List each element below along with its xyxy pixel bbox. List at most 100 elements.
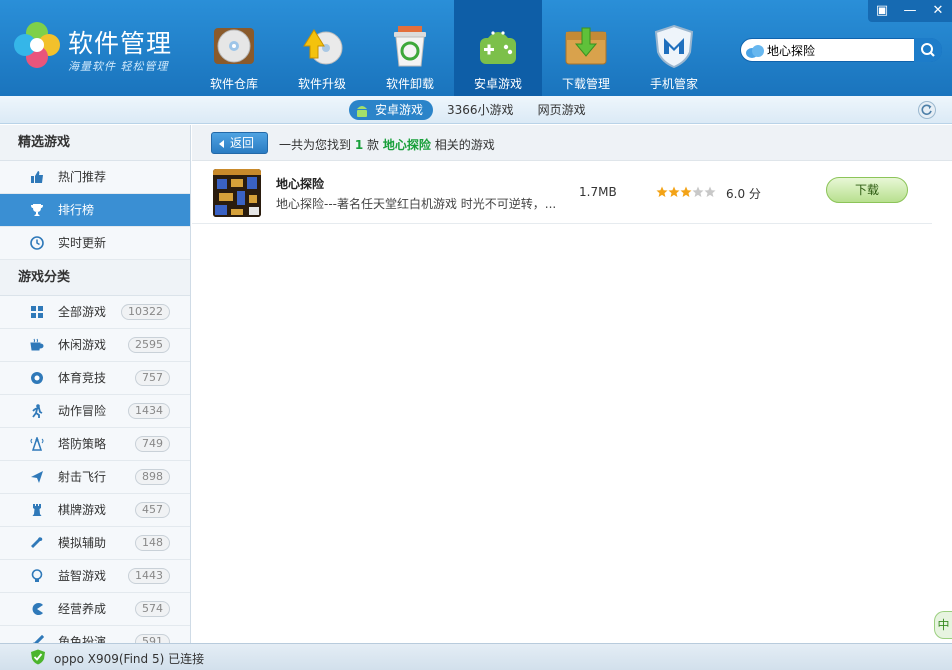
sidebar-item-puzzle[interactable]: 益智游戏 1443	[0, 560, 190, 593]
tab-web-games[interactable]: 网页游戏	[528, 100, 596, 120]
sidebar: 精选游戏 热门推荐 排行榜 实时更新 游戏分类 全部游戏 10322 休闲游戏 …	[0, 125, 191, 643]
android-gamepad-icon	[480, 31, 516, 64]
game-thumbnail-icon	[213, 169, 261, 217]
count-badge: 148	[135, 535, 170, 551]
sidebar-item-action[interactable]: 动作冒险 1434	[0, 395, 190, 428]
sidebar-item-hot[interactable]: 热门推荐	[0, 161, 190, 194]
star-icon	[680, 186, 692, 197]
sidebar-item-strategy[interactable]: 塔防策略 749	[0, 428, 190, 461]
count-badge: 591	[135, 634, 170, 643]
ball-icon	[31, 372, 43, 384]
count-badge: 10322	[121, 304, 170, 320]
search-icon	[921, 43, 935, 57]
thumbs-up-icon	[31, 171, 43, 183]
window-controls: ▣ — ✕	[868, 0, 952, 22]
check-shield-icon	[31, 649, 45, 665]
shield-m-icon	[654, 24, 694, 68]
upgrade-icon	[303, 29, 343, 65]
sidebar-item-label: 体育竞技	[58, 371, 107, 385]
sidebar-item-sports[interactable]: 体育竞技 757	[0, 362, 190, 395]
star-icon	[656, 186, 668, 197]
sidebar-item-shooting[interactable]: 射击飞行 898	[0, 461, 190, 494]
nav-download-manager[interactable]: 下载管理	[542, 0, 630, 96]
sidebar-item-all[interactable]: 全部游戏 10322	[0, 296, 190, 329]
category-header: 游戏分类	[0, 260, 190, 296]
rating-score: 6.0 分	[726, 187, 761, 201]
list-item[interactable]: 地心探险 地心探险---著名任天堂红白机游戏 时光不可逆转，... 1.7MB …	[192, 161, 932, 224]
tower-icon	[30, 437, 44, 451]
sidebar-item-ranking[interactable]: 排行榜	[0, 194, 190, 227]
tab-label: 安卓游戏	[375, 103, 424, 117]
header: 软件管理 海量软件 轻松管理 软件仓库 软件升级 软件卸载 安卓游戏 下载管理 …	[0, 0, 952, 96]
sidebar-item-label: 益智游戏	[58, 569, 107, 583]
sidebar-item-label: 角色扮演	[58, 635, 107, 643]
rating-stars	[656, 186, 716, 198]
app-title: 软件管理	[68, 29, 173, 58]
count-badge: 1443	[128, 568, 170, 584]
search-box	[740, 38, 942, 62]
lightbulb-icon	[31, 569, 43, 582]
count-badge: 898	[135, 469, 170, 485]
sidebar-item-label: 实时更新	[58, 236, 107, 250]
tab-3366-games[interactable]: 3366小游戏	[437, 100, 524, 120]
sidebar-item-label: 射击飞行	[58, 470, 107, 484]
tab-android-games[interactable]: 安卓游戏	[349, 100, 434, 120]
sub-tab-bar: 安卓游戏 3366小游戏 网页游戏	[0, 96, 952, 124]
close-icon[interactable]: ✕	[924, 0, 952, 22]
status-bar: oppo X909(Find 5) 已连接	[0, 643, 952, 670]
app-size: 1.7MB	[579, 185, 617, 199]
result-count: 1	[354, 138, 364, 152]
main-nav: 软件仓库 软件升级 软件卸载 安卓游戏 下载管理 手机管家	[190, 0, 718, 96]
sidebar-item-management[interactable]: 经营养成 574	[0, 593, 190, 626]
sidebar-item-simulation[interactable]: 模拟辅助 148	[0, 527, 190, 560]
sidebar-item-label: 热门推荐	[58, 170, 107, 184]
app-slogan: 海量软件 轻松管理	[68, 60, 169, 73]
app-logo	[14, 22, 60, 68]
download-button[interactable]: 下载	[826, 177, 908, 203]
result-bar: 返回 一共为您找到 1 款 地心探险 相关的游戏	[192, 125, 952, 161]
grid-icon	[31, 306, 43, 318]
count-badge: 574	[135, 601, 170, 617]
nav-label: 下载管理	[561, 77, 610, 91]
nav-android-games[interactable]: 安卓游戏	[454, 0, 542, 96]
sidebar-item-label: 模拟辅助	[58, 536, 107, 550]
sword-icon	[33, 635, 44, 643]
arrow-left-icon	[219, 140, 224, 148]
minimize-icon[interactable]: —	[896, 0, 924, 22]
back-button[interactable]: 返回	[211, 132, 268, 154]
refresh-button[interactable]	[918, 101, 936, 119]
floating-input-widget[interactable]: 中	[934, 611, 952, 639]
skin-icon[interactable]: ▣	[868, 0, 896, 22]
nav-software-upgrade[interactable]: 软件升级	[278, 0, 366, 96]
sidebar-item-rpg[interactable]: 角色扮演 591	[0, 626, 190, 643]
nav-software-store[interactable]: 软件仓库	[190, 0, 278, 96]
sidebar-item-label: 经营养成	[58, 602, 107, 616]
trophy-icon	[31, 204, 43, 216]
count-badge: 749	[135, 436, 170, 452]
wrench-icon	[31, 537, 43, 548]
sidebar-item-label: 动作冒险	[58, 404, 107, 418]
sidebar-item-chess[interactable]: 棋牌游戏 457	[0, 494, 190, 527]
app-name[interactable]: 地心探险	[276, 175, 324, 192]
sub-tabs: 安卓游戏 3366小游戏 网页游戏	[349, 100, 600, 120]
count-badge: 1434	[128, 403, 170, 419]
main-content: 返回 一共为您找到 1 款 地心探险 相关的游戏 地心探险 地心探险---著名任…	[192, 125, 952, 643]
clock-icon	[30, 236, 44, 250]
featured-header: 精选游戏	[0, 125, 190, 161]
search-input[interactable]	[767, 41, 915, 59]
nav-label: 软件卸载	[385, 77, 434, 91]
sidebar-item-label: 塔防策略	[58, 437, 107, 451]
sidebar-item-casual[interactable]: 休闲游戏 2595	[0, 329, 190, 362]
star-empty-icon	[704, 186, 716, 197]
sidebar-item-label: 棋牌游戏	[58, 503, 107, 517]
nav-label: 手机管家	[649, 77, 698, 91]
count-badge: 757	[135, 370, 170, 386]
nav-software-uninstall[interactable]: 软件卸载	[366, 0, 454, 96]
nav-phone-manager[interactable]: 手机管家	[630, 0, 718, 96]
result-mid: 款	[367, 138, 380, 152]
app-icon	[213, 169, 261, 217]
sidebar-item-updates[interactable]: 实时更新	[0, 227, 190, 260]
result-suffix: 相关的游戏	[434, 138, 495, 152]
search-button[interactable]	[914, 38, 942, 62]
result-summary: 一共为您找到 1 款 地心探险 相关的游戏	[279, 136, 495, 153]
